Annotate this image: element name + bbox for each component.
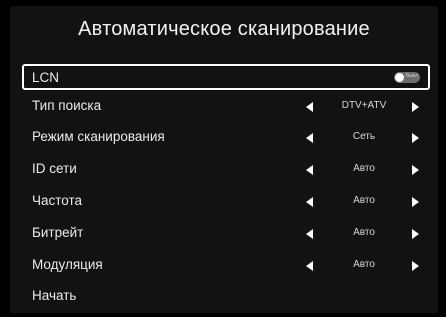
triangle-left-icon[interactable] [306,102,313,112]
scan-mode-row[interactable]: Режим сканирования Сеть [22,126,430,150]
triangle-right-icon[interactable] [412,197,419,207]
triangle-left-icon[interactable] [306,197,313,207]
triangle-left-icon[interactable] [306,261,313,271]
scan-settings-panel: Автоматическое сканирование LCN Выкл Тип… [10,6,438,313]
modulation-value: Авто [353,259,375,270]
search-type-label: Тип поиска [32,98,102,113]
bitrate-row[interactable]: Битрейт Авто [22,222,430,246]
network-id-row[interactable]: ID сети Авто [22,158,430,182]
network-id-label: ID сети [32,161,77,176]
toggle-state-label: Выкл [406,73,419,79]
lcn-toggle[interactable]: Выкл [394,72,420,83]
toggle-knob [395,73,404,82]
frequency-row[interactable]: Частота Авто [22,190,430,214]
triangle-right-icon[interactable] [412,102,419,112]
triangle-left-icon[interactable] [306,133,313,143]
bitrate-label: Битрейт [32,225,84,240]
scan-mode-label: Режим сканирования [32,129,165,144]
lcn-row[interactable]: LCN Выкл [22,64,430,90]
network-id-value: Авто [353,163,375,174]
frequency-label: Частота [32,193,83,208]
frequency-value: Авто [353,195,375,206]
triangle-left-icon[interactable] [306,165,313,175]
scan-mode-value: Сеть [352,131,376,142]
triangle-right-icon[interactable] [412,261,419,271]
bitrate-value: Авто [353,227,375,238]
start-row[interactable]: Начать [22,285,430,309]
triangle-right-icon[interactable] [412,133,419,143]
triangle-left-icon[interactable] [306,229,313,239]
start-button[interactable]: Начать [32,288,76,303]
lcn-label: LCN [32,70,60,85]
triangle-right-icon[interactable] [412,229,419,239]
modulation-row[interactable]: Модуляция Авто [22,254,430,278]
triangle-right-icon[interactable] [412,165,419,175]
search-type-row[interactable]: Тип поиска DTV+ATV [22,95,430,119]
search-type-value: DTV+ATV [341,100,387,111]
page-title: Автоматическое сканирование [78,18,370,40]
modulation-label: Модуляция [32,257,103,272]
